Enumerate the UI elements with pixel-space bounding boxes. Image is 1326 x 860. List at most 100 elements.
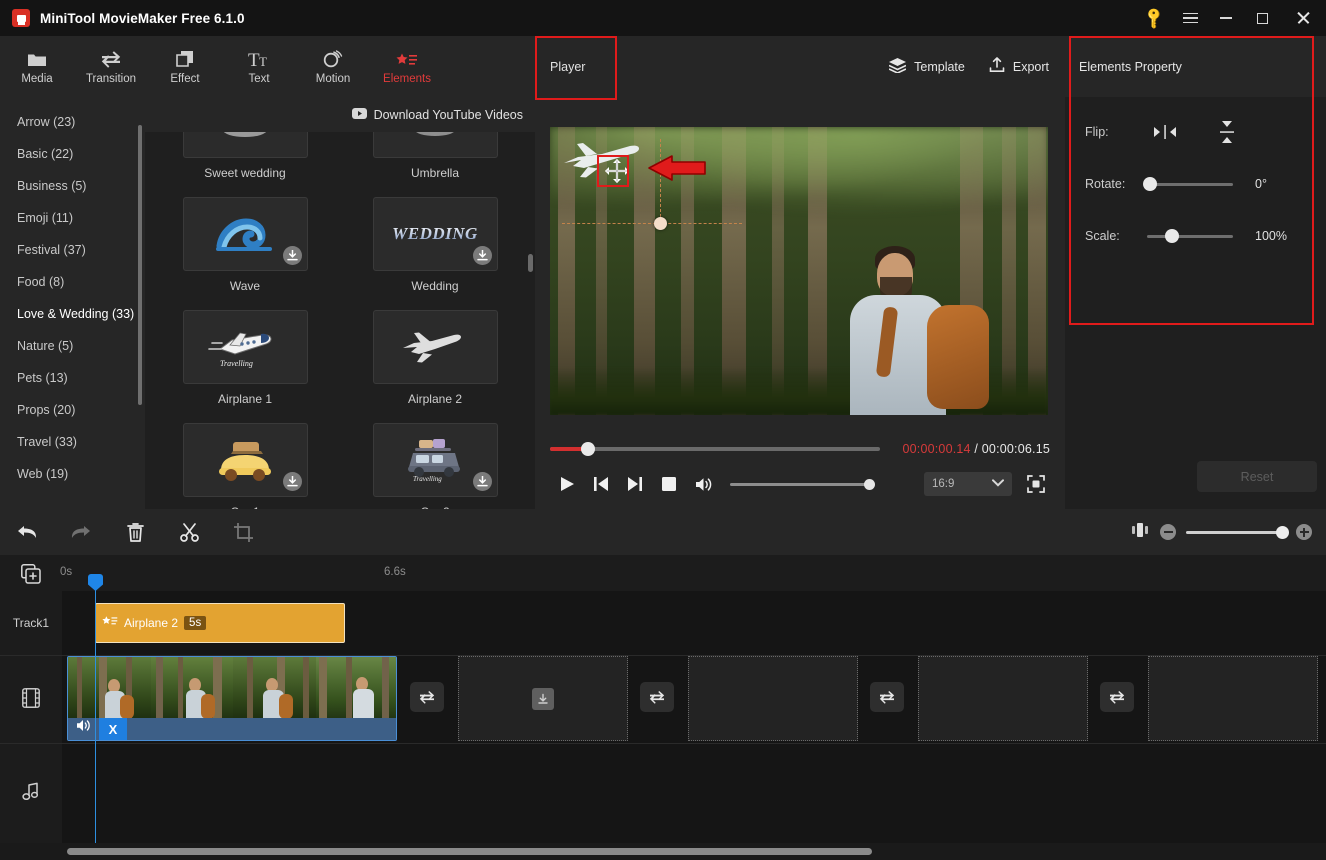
speaker-icon[interactable] — [76, 719, 91, 737]
tab-label: Effect — [170, 73, 200, 85]
download-icon[interactable] — [472, 472, 492, 491]
volume-slider[interactable] — [730, 478, 875, 490]
transition-slot-2[interactable] — [640, 682, 674, 712]
delete-button[interactable] — [108, 509, 162, 555]
flip-vertical-icon[interactable] — [1209, 121, 1245, 143]
flip-label: Flip: — [1085, 125, 1109, 139]
fit-timeline-icon[interactable] — [1130, 522, 1150, 543]
timeline-ruler[interactable]: 0s 6.6s — [0, 555, 1326, 591]
track-header-audio — [0, 743, 62, 843]
timeline-zoom-handle[interactable] — [1276, 525, 1289, 539]
tab-player[interactable]: Player — [535, 36, 613, 97]
element-card-wave[interactable]: Wave — [157, 197, 333, 310]
category-item-business[interactable]: Business (5) — [0, 170, 145, 202]
timeline-clip-video[interactable]: X — [67, 656, 397, 741]
svg-text:Travelling: Travelling — [413, 475, 442, 483]
category-item-love-wedding[interactable]: Love & Wedding (33) — [0, 298, 145, 330]
play-button[interactable] — [550, 469, 584, 499]
add-media-icon[interactable] — [20, 563, 42, 585]
element-anchor-handle[interactable] — [654, 217, 667, 230]
transition-slot-4[interactable] — [1100, 682, 1134, 712]
undo-button[interactable] — [0, 509, 54, 555]
split-button[interactable] — [162, 509, 216, 555]
timeline-clip-airplane-2[interactable]: Airplane 2 5s — [95, 603, 345, 643]
element-card-car-2[interactable]: Travelling Car 2 — [347, 423, 523, 509]
category-item-food[interactable]: Food (8) — [0, 266, 145, 298]
minimize-icon[interactable] — [1208, 0, 1244, 36]
car-2-thumb: Travelling — [372, 423, 498, 497]
category-scrollbar[interactable] — [138, 125, 142, 405]
reset-button[interactable]: Reset — [1197, 461, 1317, 492]
stop-button[interactable] — [652, 469, 686, 499]
seek-slider[interactable] — [550, 442, 880, 456]
layers-icon — [888, 57, 907, 76]
crop-button[interactable] — [216, 509, 270, 555]
empty-media-slot-1[interactable] — [458, 656, 628, 741]
category-item-emoji[interactable]: Emoji (11) — [0, 202, 145, 234]
tab-text[interactable]: TT Text — [222, 36, 296, 97]
rotate-handle[interactable] — [1143, 177, 1157, 191]
video-preview[interactable] — [550, 127, 1048, 415]
timeline-horizontal-scrollbar[interactable] — [67, 848, 872, 855]
tab-label: Elements — [383, 73, 431, 85]
tab-effect[interactable]: Effect — [148, 36, 222, 97]
elements-scrollbar[interactable] — [528, 254, 533, 272]
tab-media[interactable]: Media — [0, 36, 74, 97]
element-card-sweet-wedding[interactable]: Sweet wedding — [157, 132, 333, 197]
element-card-car-1[interactable]: Car 1 — [157, 423, 333, 509]
timeline-playhead[interactable] — [88, 574, 103, 843]
category-item-travel[interactable]: Travel (33) — [0, 426, 145, 458]
close-icon[interactable] — [1280, 0, 1326, 36]
redo-button[interactable] — [54, 509, 108, 555]
hamburger-icon[interactable] — [1172, 0, 1208, 36]
element-card-airplane-1[interactable]: Travelling Airplane 1 — [157, 310, 333, 423]
seek-handle[interactable] — [581, 442, 595, 456]
clip-split-badge[interactable]: X — [99, 718, 127, 740]
key-icon[interactable]: 🔑 — [1136, 0, 1172, 36]
category-item-basic[interactable]: Basic (22) — [0, 138, 145, 170]
export-button[interactable]: Export — [989, 57, 1049, 76]
download-icon[interactable] — [472, 246, 492, 265]
aspect-ratio-select[interactable]: 16:9 — [924, 472, 1012, 496]
category-item-web[interactable]: Web (19) — [0, 458, 145, 490]
element-card-airplane-2[interactable]: Airplane 2 — [347, 310, 523, 423]
zoom-out-icon[interactable] — [1160, 524, 1176, 540]
element-card-umbrella[interactable]: Umbrella — [347, 132, 523, 197]
category-item-festival[interactable]: Festival (37) — [0, 234, 145, 266]
scale-handle[interactable] — [1165, 229, 1179, 243]
timeline-hscroll-area — [0, 843, 1326, 860]
next-frame-button[interactable] — [618, 469, 652, 499]
prev-frame-button[interactable] — [584, 469, 618, 499]
clip-duration: 5s — [184, 616, 207, 630]
zoom-in-icon[interactable] — [1296, 524, 1312, 540]
transition-slot-3[interactable] — [870, 682, 904, 712]
category-item-props[interactable]: Props (20) — [0, 394, 145, 426]
elements-grid-scroll[interactable]: Sweet wedding Umbrella Wave WEDDING Wedd… — [145, 132, 535, 509]
tab-transition[interactable]: Transition — [74, 36, 148, 97]
flip-horizontal-icon[interactable] — [1147, 121, 1183, 143]
download-icon[interactable] — [532, 687, 554, 710]
category-item-arrow[interactable]: Arrow (23) — [0, 106, 145, 138]
volume-button[interactable] — [686, 469, 720, 499]
empty-media-slot-4[interactable] — [1148, 656, 1318, 741]
download-icon[interactable] — [282, 246, 302, 265]
fullscreen-icon[interactable] — [1022, 470, 1050, 498]
volume-handle[interactable] — [864, 478, 875, 490]
category-item-nature[interactable]: Nature (5) — [0, 330, 145, 362]
download-icon[interactable] — [282, 472, 302, 491]
empty-media-slot-3[interactable] — [918, 656, 1088, 741]
scale-slider[interactable] — [1147, 229, 1233, 243]
time-readout: 00:00:00.14 / 00:00:06.15 — [902, 442, 1050, 456]
tab-elements[interactable]: Elements — [370, 36, 444, 97]
element-card-wedding[interactable]: WEDDING Wedding — [347, 197, 523, 310]
empty-media-slot-2[interactable] — [688, 656, 858, 741]
rotate-slider[interactable] — [1143, 177, 1233, 191]
timeline-zoom-slider[interactable] — [1186, 525, 1289, 539]
category-item-pets[interactable]: Pets (13) — [0, 362, 145, 394]
download-youtube-videos-button[interactable]: Download YouTube Videos — [145, 97, 535, 132]
template-button[interactable]: Template — [888, 57, 965, 76]
maximize-icon[interactable] — [1244, 0, 1280, 36]
transition-slot-1[interactable] — [410, 682, 444, 712]
transition-arrows-icon — [100, 48, 122, 68]
tab-motion[interactable]: Motion — [296, 36, 370, 97]
